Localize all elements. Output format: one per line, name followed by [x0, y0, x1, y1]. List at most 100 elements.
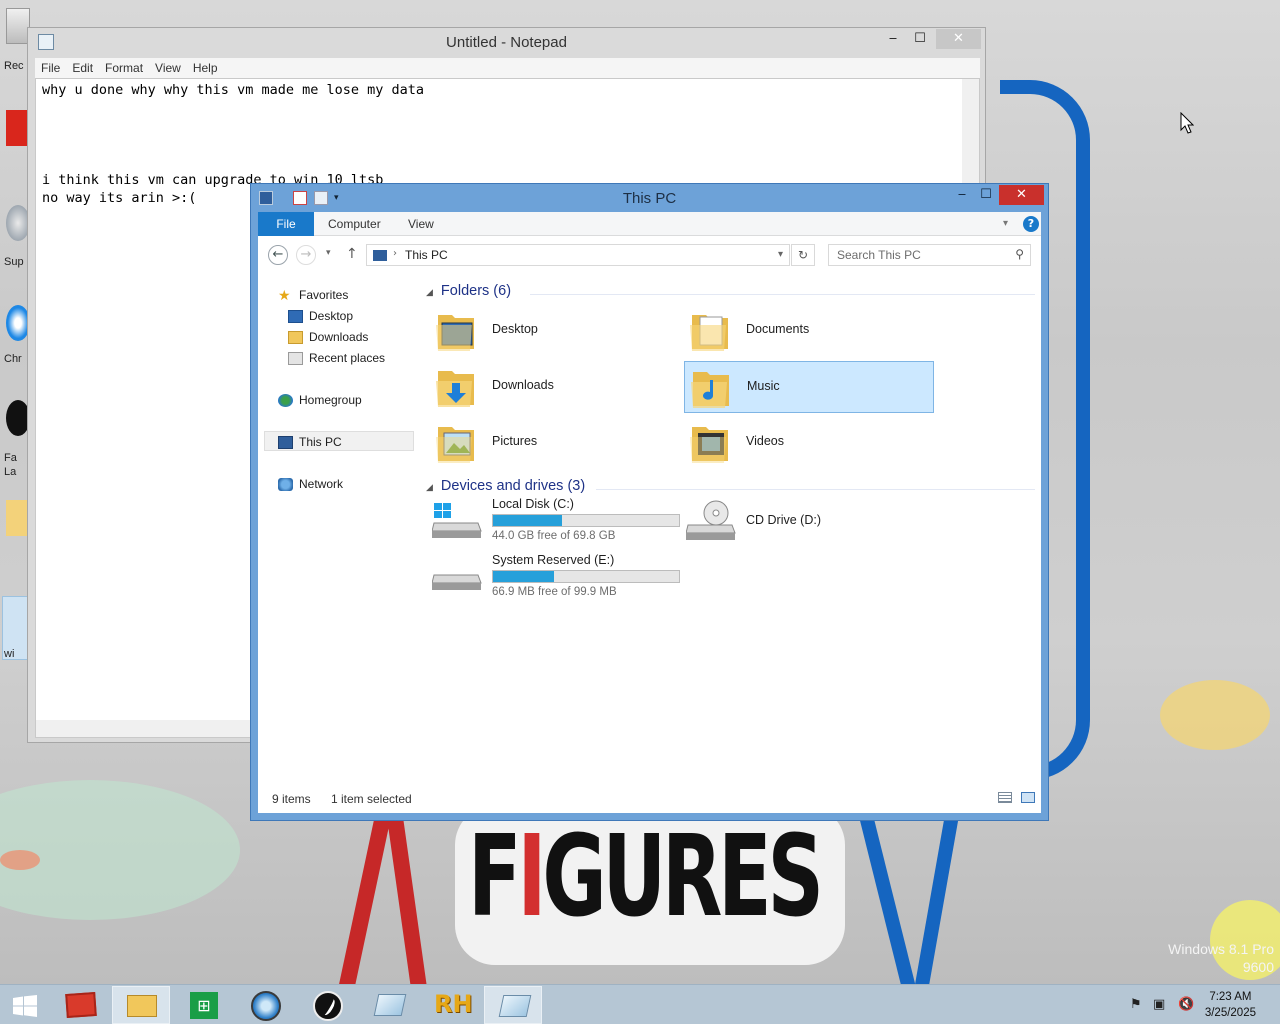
large-icons-view-icon[interactable]: [1021, 792, 1035, 803]
folder-desktop[interactable]: Desktop: [430, 305, 680, 357]
wallpaper-blue-figure: [912, 800, 962, 984]
desktop-icon-label: Chr: [4, 353, 22, 365]
menu-edit[interactable]: Edit: [66, 58, 99, 78]
menu-format[interactable]: Format: [99, 58, 149, 78]
tab-computer[interactable]: Computer: [328, 212, 381, 236]
taskbar-store[interactable]: ⊞: [174, 986, 232, 1024]
taskbar-internet-explorer[interactable]: [236, 986, 294, 1024]
network-icon: [278, 478, 293, 492]
downloads-folder-icon: [436, 371, 474, 407]
help-icon[interactable]: ?: [1023, 216, 1039, 232]
nav-homegroup[interactable]: Homegroup: [278, 390, 362, 410]
text-line: ​: [42, 117, 973, 135]
drive-system-reserved-e[interactable]: System Reserved (E:) 66.9 MB free of 99.…: [430, 553, 680, 609]
desktop-icon-label: Sup: [4, 256, 24, 268]
expand-ribbon-icon[interactable]: ▾: [1003, 218, 1008, 229]
menu-help[interactable]: Help: [187, 58, 224, 78]
selection-count: 1 item selected: [331, 792, 412, 806]
folder-documents[interactable]: Documents: [684, 305, 934, 357]
menu-view[interactable]: View: [149, 58, 187, 78]
folder-pictures[interactable]: Pictures: [430, 417, 680, 469]
taskbar-rh[interactable]: RH: [422, 986, 480, 1024]
explorer-titlebar[interactable]: ▾ This PC ‒ ☐ ✕: [251, 184, 1048, 212]
search-icon[interactable]: ⚲: [1015, 247, 1024, 261]
taskbar-notepad[interactable]: [360, 986, 418, 1024]
file-explorer-window[interactable]: ▾ This PC ‒ ☐ ✕ File Computer View ▾ ? ←…: [250, 183, 1049, 821]
maximize-button[interactable]: ☐: [973, 185, 999, 205]
nav-this-pc[interactable]: This PC: [264, 431, 414, 451]
wallpaper-red-figure: [334, 810, 392, 984]
drive-cd-d[interactable]: CD Drive (D:): [684, 497, 934, 553]
ribbon-tabs: File Computer View ▾ ?: [258, 212, 1041, 236]
nav-desktop[interactable]: Desktop: [288, 306, 353, 326]
desktop-folder-icon: [436, 315, 474, 351]
minimize-button[interactable]: ‒: [880, 29, 906, 49]
nav-downloads[interactable]: Downloads: [288, 327, 368, 347]
music-folder-icon: [691, 372, 729, 408]
chevron-down-icon[interactable]: ▾: [778, 249, 783, 260]
back-button[interactable]: ←: [268, 245, 288, 265]
tab-view[interactable]: View: [408, 212, 434, 236]
star-icon: ★: [278, 287, 291, 304]
forward-button[interactable]: →: [296, 245, 316, 265]
menu-file[interactable]: File: [35, 58, 66, 78]
taskbar-toolbox[interactable]: [51, 986, 109, 1024]
nav-network[interactable]: Network: [278, 474, 343, 494]
this-pc-icon: [373, 250, 387, 261]
system-clock[interactable]: 7:23 AM 3/25/2025: [1205, 989, 1256, 1021]
recent-locations-icon[interactable]: ▾: [326, 248, 331, 258]
desktop-icon-label: Fa: [4, 452, 17, 464]
disk-usage-bar: [492, 570, 680, 583]
nav-recent-places[interactable]: Recent places: [288, 348, 385, 368]
address-bar[interactable]: › This PC ▾: [366, 244, 790, 266]
recent-places-icon: [288, 352, 303, 366]
documents-folder-icon: [690, 315, 728, 351]
navigation-pane: ★ Favorites Desktop Downloads Recent plac…: [258, 272, 416, 782]
item-count: 9 items: [272, 792, 311, 806]
search-input[interactable]: Search This PC ⚲: [828, 244, 1031, 266]
group-divider: [530, 294, 1035, 295]
desktop-icon-label: La: [4, 466, 17, 478]
wallpaper-blue-figure: [856, 801, 918, 984]
maximize-button[interactable]: ☐: [907, 29, 933, 49]
file-explorer-icon: [127, 995, 157, 1017]
minimize-button[interactable]: ‒: [949, 185, 975, 205]
folder-videos[interactable]: Videos: [684, 417, 934, 469]
volume-muted-icon[interactable]: 🔇: [1178, 997, 1194, 1012]
taskbar: ⊞ RH ⚑ ▣ 🔇 7:23 AM 3/25/2025: [0, 984, 1280, 1024]
hard-drive-icon: [432, 574, 482, 590]
wallpaper-red-figure: [386, 809, 430, 984]
taskbar-app[interactable]: [298, 986, 356, 1024]
refresh-button[interactable]: ↻: [791, 244, 815, 266]
action-center-flag-icon[interactable]: ⚑: [1130, 997, 1142, 1012]
details-view-icon[interactable]: [998, 792, 1012, 803]
drives-group-header[interactable]: ◢ Devices and drives (3): [426, 478, 585, 494]
breadcrumb-this-pc[interactable]: This PC: [405, 248, 448, 262]
os-watermark: Windows 8.1 Pro 9600: [1168, 941, 1274, 975]
wallpaper-blob: [0, 780, 240, 920]
folder-music[interactable]: Music: [684, 361, 934, 413]
folders-group-header[interactable]: ◢ Folders (6): [426, 283, 511, 299]
text-line: why u done why why this vm made me lose …: [42, 82, 425, 98]
drive-local-disk-c[interactable]: Local Disk (C:) 44.0 GB free of 69.8 GB: [430, 497, 680, 553]
pictures-folder-icon: [436, 427, 474, 463]
taskbar-notepad-2[interactable]: [484, 986, 542, 1024]
taskbar-file-explorer[interactable]: [112, 986, 170, 1024]
start-button[interactable]: [0, 986, 50, 1024]
windows-logo-icon: [13, 995, 37, 1017]
up-arrow-icon[interactable]: ↑: [346, 246, 358, 262]
folder-downloads[interactable]: Downloads: [430, 361, 680, 413]
desktop-icon-label: Rec: [4, 60, 24, 72]
close-button[interactable]: ✕: [936, 29, 981, 49]
network-icon[interactable]: ▣: [1153, 997, 1165, 1012]
nav-favorites[interactable]: ★ Favorites: [278, 285, 348, 305]
disk-usage-fill: [493, 571, 555, 582]
tab-file[interactable]: File: [258, 212, 314, 236]
content-pane: ◢ Folders (6) Desktop Documents Downloads…: [418, 272, 1041, 782]
close-button[interactable]: ✕: [999, 185, 1044, 205]
notepad-icon: [373, 994, 407, 1016]
group-divider: [596, 489, 1035, 490]
text-line: ​: [42, 99, 973, 117]
hard-drive-windows-icon: [432, 503, 482, 538]
notepad-titlebar[interactable]: Untitled - Notepad ‒ ☐ ✕: [28, 28, 985, 58]
